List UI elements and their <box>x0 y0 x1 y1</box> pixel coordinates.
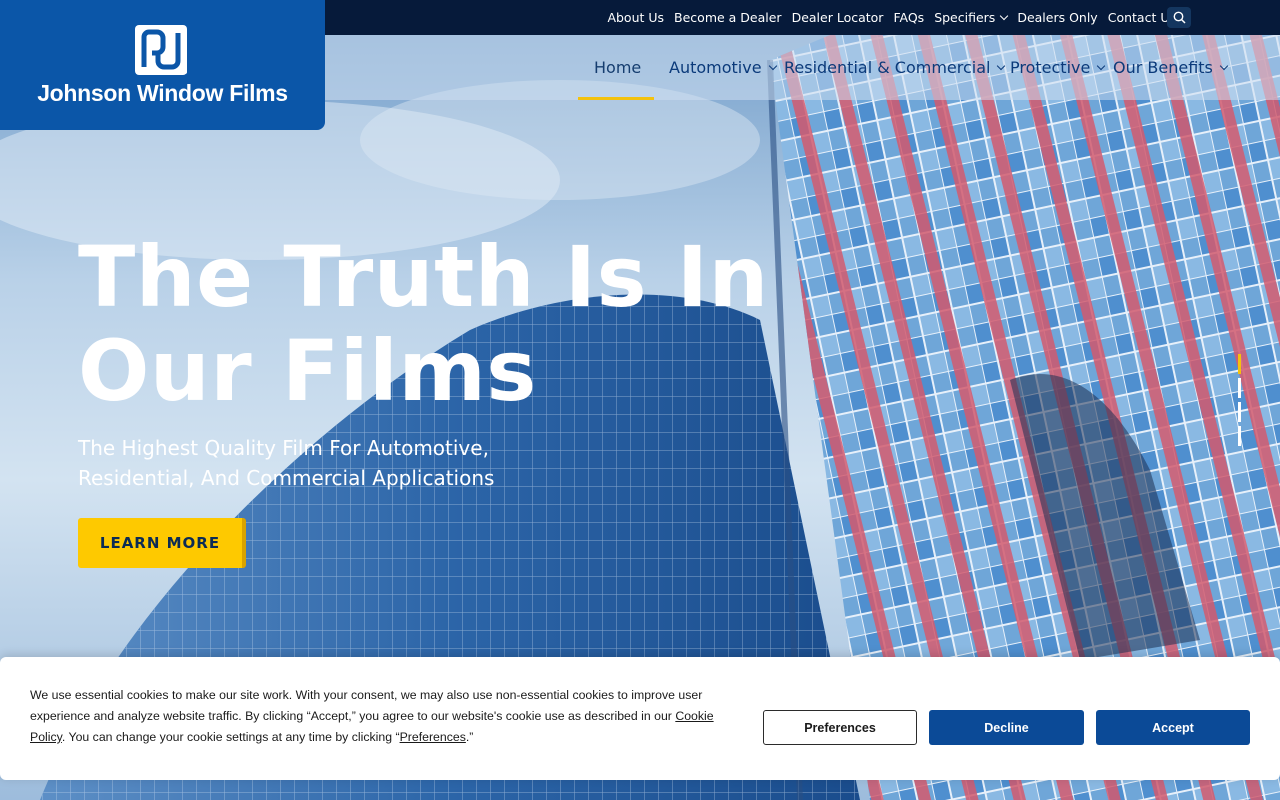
decline-button[interactable]: Decline <box>929 710 1084 745</box>
main-nav-home[interactable]: Home <box>594 35 641 100</box>
site-logo[interactable]: Johnson Window Films <box>0 0 325 130</box>
logo-wordmark: Johnson Window Films <box>37 80 288 106</box>
search-icon <box>1173 11 1186 24</box>
top-nav-become-a-dealer[interactable]: Become a Dealer <box>674 10 782 25</box>
chevron-down-icon <box>1000 11 1009 21</box>
chevron-down-icon <box>997 61 1006 71</box>
top-nav-faqs[interactable]: FAQs <box>893 10 924 25</box>
main-nav-residential-commercial[interactable]: Residential & Commercial <box>784 35 1006 100</box>
slide-indicator-4[interactable] <box>1238 426 1241 446</box>
top-nav-dealer-locator[interactable]: Dealer Locator <box>792 10 884 25</box>
main-nav-automotive[interactable]: Automotive <box>669 35 777 100</box>
top-nav-dealers-only[interactable]: Dealers Only <box>1017 10 1097 25</box>
chevron-down-icon <box>768 61 777 71</box>
main-nav-our-benefits[interactable]: Our Benefits <box>1113 35 1229 100</box>
top-nav-about-us[interactable]: About Us <box>607 10 664 25</box>
top-nav: About Us Become a Dealer Dealer Locator … <box>607 0 1190 35</box>
learn-more-button[interactable]: LEARN MORE <box>78 518 246 568</box>
preferences-button[interactable]: Preferences <box>763 710 917 745</box>
hero-subtitle: The Highest Quality Film For Automotive,… <box>78 436 495 490</box>
chevron-down-icon <box>1097 61 1106 71</box>
active-nav-indicator <box>578 97 654 100</box>
accept-button[interactable]: Accept <box>1096 710 1250 745</box>
main-nav-protective[interactable]: Protective <box>1010 35 1106 100</box>
search-button[interactable] <box>1167 7 1191 28</box>
slider-indicators <box>1238 354 1242 450</box>
cookie-banner: We use essential cookies to make our sit… <box>0 657 1280 780</box>
slide-indicator-1[interactable] <box>1238 354 1241 374</box>
logo-mark-icon <box>135 25 187 75</box>
slide-indicator-2[interactable] <box>1238 378 1241 398</box>
slide-indicator-3[interactable] <box>1238 402 1241 422</box>
top-nav-specifiers[interactable]: Specifiers <box>934 10 1009 25</box>
hero-title: The Truth Is In Our Films <box>78 228 769 420</box>
chevron-down-icon <box>1219 61 1229 71</box>
cookie-message: We use essential cookies to make our sit… <box>30 688 714 744</box>
preferences-link[interactable]: Preferences <box>400 730 466 744</box>
